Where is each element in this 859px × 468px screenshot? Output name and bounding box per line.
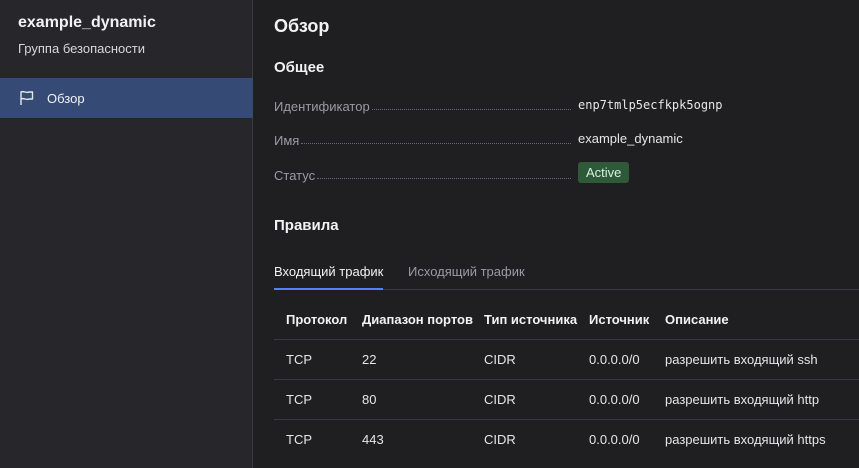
cell-source: 0.0.0.0/0 — [589, 352, 640, 367]
prop-key-status: Статус — [274, 165, 573, 183]
column-header-protocol[interactable]: Протокол — [286, 300, 347, 340]
rules-table: Протокол Диапазон портов Тип источника И… — [274, 300, 859, 460]
prop-row-status: Статус Active — [274, 162, 834, 183]
table-row[interactable]: TCP 443 CIDR 0.0.0.0/0 разрешить входящи… — [274, 420, 859, 460]
app-window: example_dynamic Группа безопасности Обзо… — [0, 0, 859, 468]
cell-protocol: TCP — [286, 352, 312, 367]
dotted-leader — [371, 109, 571, 110]
cell-port-range: 80 — [362, 392, 377, 407]
column-header-source-type[interactable]: Тип источника — [484, 300, 577, 340]
column-header-source[interactable]: Источник — [589, 300, 649, 340]
cell-description: разрешить входящий ssh — [665, 352, 818, 367]
column-header-port-range[interactable]: Диапазон портов — [362, 300, 473, 340]
cell-source-type: CIDR — [484, 352, 516, 367]
table-header-row: Протокол Диапазон портов Тип источника И… — [274, 300, 859, 340]
cell-port-range: 443 — [362, 432, 384, 447]
prop-key-id: Идентификатор — [274, 96, 573, 114]
sidebar-item-overview[interactable]: Обзор — [0, 78, 253, 118]
main-content: Обзор Общее Идентификатор enp7tmlp5ecfkp… — [253, 0, 859, 468]
cell-description: разрешить входящий http — [665, 392, 820, 407]
cell-protocol: TCP — [286, 432, 312, 447]
table-row[interactable]: TCP 80 CIDR 0.0.0.0/0 разрешить входящий… — [274, 380, 859, 420]
rules-tabs: Входящий трафик Исходящий трафик — [274, 256, 859, 290]
sidebar-subtitle: Группа безопасности — [18, 41, 145, 56]
cell-source: 0.0.0.0/0 — [589, 432, 640, 447]
sidebar-title: example_dynamic — [18, 14, 156, 31]
cell-port-range: 22 — [362, 352, 377, 367]
cell-source-type: CIDR — [484, 432, 516, 447]
tab-outbound[interactable]: Исходящий трафик — [408, 264, 525, 290]
prop-value-id[interactable]: enp7tmlp5ecfkpk5ognp — [578, 96, 723, 114]
prop-row-name: Имя example_dynamic — [274, 130, 834, 148]
dotted-leader — [301, 143, 571, 144]
prop-value-name: example_dynamic — [578, 131, 683, 146]
table-row[interactable]: TCP 22 CIDR 0.0.0.0/0 разрешить входящий… — [274, 340, 859, 380]
prop-label: Имя — [274, 133, 300, 148]
status-badge: Active — [578, 162, 630, 183]
column-header-description[interactable]: Описание — [665, 300, 729, 340]
tab-inbound[interactable]: Входящий трафик — [274, 264, 384, 290]
dotted-leader — [317, 178, 571, 179]
cell-protocol: TCP — [286, 392, 312, 407]
prop-label: Статус — [274, 168, 316, 183]
sidebar: example_dynamic Группа безопасности Обзо… — [0, 0, 253, 468]
page-title: Обзор — [274, 16, 330, 36]
cell-source-type: CIDR — [484, 392, 516, 407]
sidebar-item-label: Обзор — [47, 90, 85, 106]
prop-label: Идентификатор — [274, 99, 370, 114]
cell-description: разрешить входящий https — [665, 432, 826, 447]
prop-row-id: Идентификатор enp7tmlp5ecfkpk5ognp — [274, 96, 834, 114]
flag-icon — [18, 89, 36, 107]
general-section-title: Общее — [274, 59, 325, 76]
rules-section-title: Правила — [274, 217, 339, 234]
prop-key-name: Имя — [274, 130, 573, 148]
cell-source: 0.0.0.0/0 — [589, 392, 640, 407]
